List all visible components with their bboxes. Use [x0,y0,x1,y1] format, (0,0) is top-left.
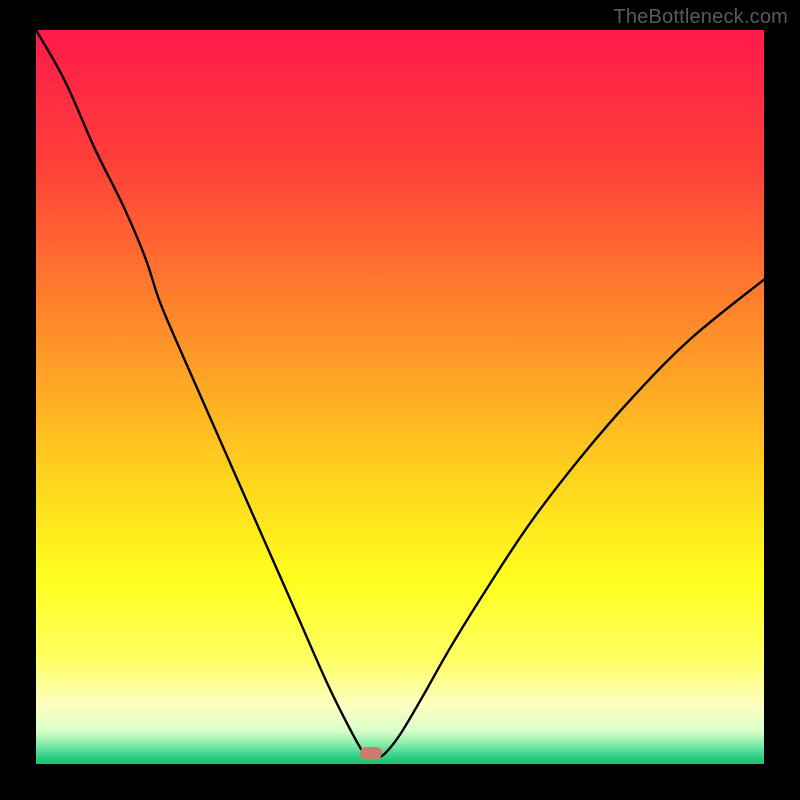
plot-area [36,30,764,764]
optimal-marker [360,747,382,759]
bottleneck-curve [36,30,764,764]
watermark-text: TheBottleneck.com [613,6,788,29]
chart-stage: TheBottleneck.com [0,0,800,800]
